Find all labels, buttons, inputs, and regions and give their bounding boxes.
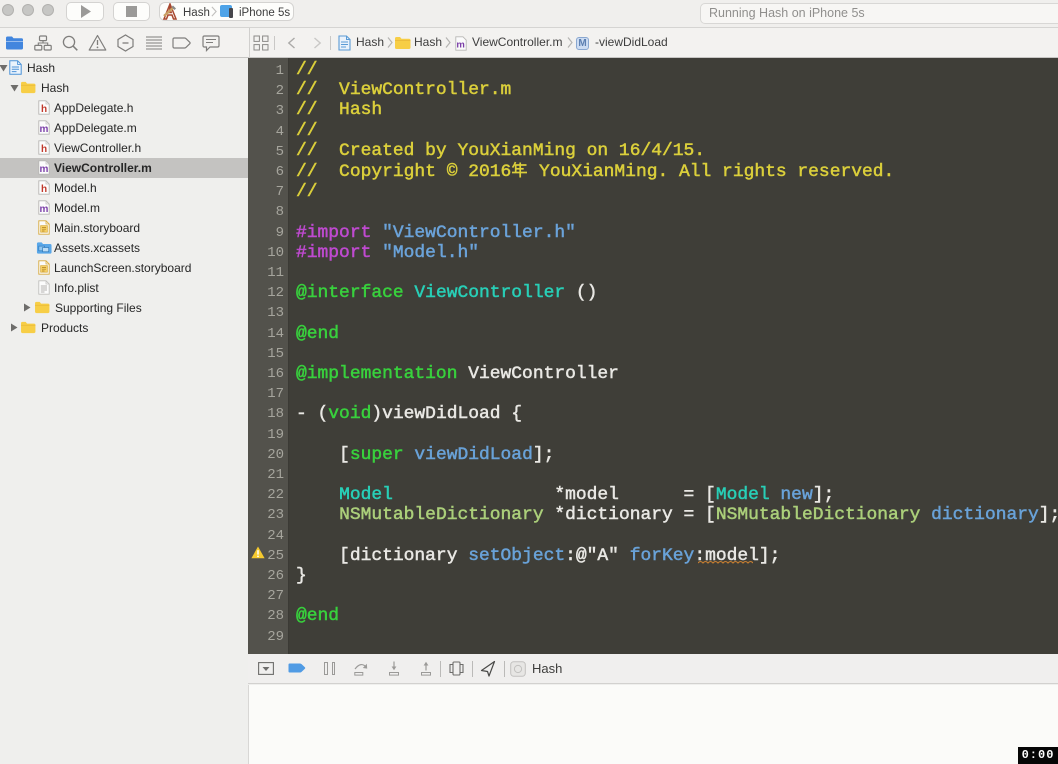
svg-text:m: m bbox=[40, 164, 49, 175]
svg-text:h: h bbox=[41, 144, 47, 155]
svg-text:m: m bbox=[456, 40, 464, 51]
svg-text:m: m bbox=[40, 204, 49, 215]
svg-text:h: h bbox=[41, 184, 47, 195]
svg-text:h: h bbox=[41, 104, 47, 115]
svg-text:m: m bbox=[40, 124, 49, 135]
